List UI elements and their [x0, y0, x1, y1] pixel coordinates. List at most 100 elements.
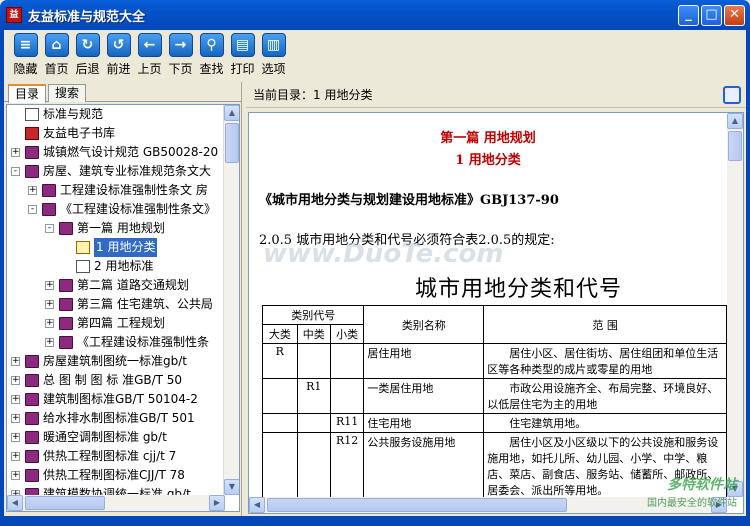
- tree-node[interactable]: - 第一篇 用地规划: [7, 219, 239, 238]
- tree-node[interactable]: 1 用地分类: [7, 238, 239, 257]
- window-toggle-icon[interactable]: [723, 86, 741, 104]
- toolbar-button-label: 查找: [199, 62, 224, 76]
- nav-tabs: 目录 搜索: [4, 82, 241, 103]
- book-icon: [25, 146, 39, 159]
- tree-node[interactable]: + 城镇燃气设计规范 GB50028-20: [7, 143, 239, 162]
- tree-vertical-scrollbar[interactable]: ▲ ▼: [223, 105, 239, 495]
- document-vertical-scrollbar[interactable]: ▲ ▼: [727, 113, 743, 497]
- section-heading: 1 用地分类: [455, 153, 521, 168]
- scroll-right-button[interactable]: ▶: [209, 495, 225, 511]
- scroll-up-button[interactable]: ▲: [727, 113, 743, 129]
- table-header-name: 类别名称: [363, 305, 485, 344]
- tree-node-label: 第三篇 住宅建筑、公共局: [77, 297, 213, 311]
- cell-mid: [296, 413, 331, 433]
- close-button[interactable]: ✕: [724, 5, 745, 26]
- tree-node-label: 第一篇 用地规划: [77, 221, 165, 235]
- toolbar-button-6[interactable]: ⚲ 查找: [196, 33, 227, 82]
- expand-icon[interactable]: +: [11, 148, 20, 157]
- expand-icon[interactable]: +: [45, 319, 54, 328]
- tree-node[interactable]: 友益电子书库: [7, 124, 239, 143]
- scroll-thumb[interactable]: [267, 498, 567, 512]
- title-bar: 益 友益标准与规范大全 _ □ ✕: [0, 0, 750, 30]
- scroll-up-button[interactable]: ▲: [224, 105, 239, 121]
- collapse-icon[interactable]: -: [45, 224, 54, 233]
- badge-subtitle: 国内最安全的软件站: [647, 498, 737, 509]
- tree-node-label: 友益电子书库: [43, 126, 116, 140]
- document-viewer[interactable]: 第一篇 用地规划 1 用地分类 《城市用地分类与规划建设用地标准》GBJ137-…: [248, 112, 744, 514]
- tree-node[interactable]: - 房屋、建筑专业标准规范条文大: [7, 162, 239, 181]
- toolbar-button-label: 后退: [75, 62, 100, 76]
- tab-search[interactable]: 搜索: [48, 84, 87, 102]
- toolbar-button-label: 首页: [44, 62, 69, 76]
- minimize-button[interactable]: _: [678, 5, 699, 26]
- home-icon: ⌂: [44, 33, 69, 57]
- doc-icon: [76, 260, 90, 273]
- tree-node[interactable]: + 第二篇 道路交通规划: [7, 276, 239, 295]
- collapse-icon[interactable]: -: [11, 167, 20, 176]
- expand-icon[interactable]: +: [45, 281, 54, 290]
- toolbar-button-2[interactable]: ↻ 后退: [72, 33, 103, 82]
- tree-node[interactable]: + 工程建设标准强制性条文 房: [7, 181, 239, 200]
- window-frame-bottom: [0, 516, 750, 526]
- toolbar-button-1[interactable]: ⌂ 首页: [41, 33, 72, 82]
- scroll-thumb[interactable]: [728, 131, 742, 161]
- toolbar-button-4[interactable]: ← 上页: [134, 33, 165, 82]
- expand-icon[interactable]: +: [45, 300, 54, 309]
- tree-horizontal-scrollbar[interactable]: ◀ ▶: [7, 495, 225, 511]
- expand-icon[interactable]: +: [11, 376, 20, 385]
- scroll-left-button[interactable]: ◀: [249, 497, 265, 513]
- toolbar-button-0[interactable]: ≡ 隐藏: [10, 33, 41, 82]
- expand-icon[interactable]: +: [45, 338, 54, 347]
- tree-node[interactable]: + 总 图 制 图 标 准GB/T 50: [7, 371, 239, 390]
- tree-node[interactable]: + 第三篇 住宅建筑、公共局: [7, 295, 239, 314]
- tree-node[interactable]: 标准与规范: [7, 105, 239, 124]
- tree-node[interactable]: + 《工程建设标准强制性条: [7, 333, 239, 352]
- cell-range: 市政公用设施齐全、布局完整、环境良好、以低层住宅为主的用地: [483, 378, 727, 414]
- scroll-thumb[interactable]: [225, 123, 239, 163]
- expand-icon[interactable]: +: [11, 414, 20, 423]
- tree-node-label: 工程建设标准强制性条文 房: [60, 183, 208, 197]
- expand-icon[interactable]: +: [11, 395, 20, 404]
- expand-icon[interactable]: +: [11, 357, 20, 366]
- scroll-left-button[interactable]: ◀: [7, 495, 23, 511]
- tab-contents[interactable]: 目录: [8, 84, 47, 103]
- toolbar-button-5[interactable]: → 下页: [165, 33, 196, 82]
- tree-node[interactable]: + 供热工程制图标准 cjj/t 7: [7, 447, 239, 466]
- book-icon: [25, 355, 39, 368]
- cell-small: [329, 378, 365, 414]
- book-icon: [59, 298, 73, 311]
- expand-icon[interactable]: +: [28, 186, 37, 195]
- scroll-thumb[interactable]: [25, 496, 105, 510]
- maximize-button[interactable]: □: [701, 5, 722, 26]
- book-icon: [25, 450, 39, 463]
- expand-icon[interactable]: +: [11, 433, 20, 442]
- cell-range: 住宅建筑用地。: [483, 413, 727, 433]
- expand-icon[interactable]: +: [11, 452, 20, 461]
- toolbar-button-7[interactable]: ▤ 打印: [227, 33, 258, 82]
- toolbar-button-3[interactable]: ↺ 前进: [103, 33, 134, 82]
- expand-icon[interactable]: +: [11, 471, 20, 480]
- tree-node[interactable]: + 建筑制图标准GB/T 50104-2: [7, 390, 239, 409]
- badge-title: 多特软件站: [667, 477, 737, 493]
- book-icon: [25, 469, 39, 482]
- tree-node[interactable]: + 第四篇 工程规划: [7, 314, 239, 333]
- book-icon: [42, 184, 56, 197]
- toolbar-button-label: 隐藏: [13, 62, 38, 76]
- scroll-down-button[interactable]: ▼: [224, 479, 239, 495]
- forward-refresh-icon: ↺: [106, 33, 131, 57]
- tree-node-label: 《工程建设标准强制性条文》: [60, 202, 217, 216]
- toolbar-button-8[interactable]: ▥ 选项: [258, 33, 289, 82]
- cell-big: [262, 432, 298, 497]
- collapse-icon[interactable]: -: [28, 205, 37, 214]
- tree-node[interactable]: + 给水排水制图标准GB/T 501: [7, 409, 239, 428]
- tree-node[interactable]: + 供热工程制图标准CJJ/T 78: [7, 466, 239, 485]
- cell-small: R11: [329, 413, 365, 433]
- book-icon: [25, 393, 39, 406]
- table-row: R1 一类居住用地 市政公用设施齐全、布局完整、环境良好、以低层住宅为主的用地: [262, 378, 727, 414]
- tree-node[interactable]: + 房屋建筑制图统一标准gb/t: [7, 352, 239, 371]
- tree-node[interactable]: - 《工程建设标准强制性条文》: [7, 200, 239, 219]
- table-header-major: 大类: [262, 324, 298, 344]
- tree-node[interactable]: + 暖通空调制图标准 gb/t: [7, 428, 239, 447]
- tree-node[interactable]: 2 用地标准: [7, 257, 239, 276]
- book-icon: [42, 203, 56, 216]
